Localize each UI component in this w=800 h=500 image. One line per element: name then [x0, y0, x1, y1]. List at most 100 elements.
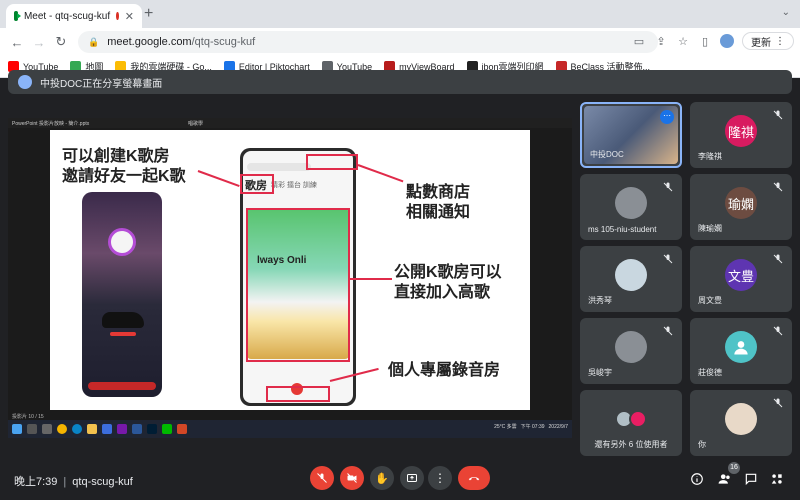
present-screen-icon [407, 474, 417, 482]
tray-date: 2022/9/7 [548, 423, 568, 430]
slide-text-right-4: 直接加入高歌 [394, 284, 491, 301]
participant-count-badge: 16 [728, 462, 740, 474]
participant-tile[interactable]: 洪秀琴 [580, 246, 682, 312]
tab-search-icon[interactable]: ⌄ [782, 7, 790, 18]
phone-tab-others: 精彩 擂台 訓練 [271, 182, 317, 189]
explorer-icon [87, 424, 97, 434]
connector-public [350, 278, 392, 280]
more-vert-icon: ⋮ [434, 471, 446, 485]
leave-call-button[interactable] [458, 466, 490, 490]
presenting-banner: 中投DOC正在分享螢幕畫面 [8, 70, 792, 94]
slide-text-right-5: 個人專屬錄音房 [388, 362, 501, 379]
onenote-icon [117, 424, 127, 434]
participant-tile[interactable]: ⋯ 中投DOC [580, 102, 682, 168]
avatar-initials: 文豊 [725, 259, 757, 291]
profile-photo [615, 259, 647, 291]
participant-name: 陳瑜嫻 [698, 224, 722, 233]
car-image [102, 312, 144, 328]
connector-left [197, 170, 240, 187]
camera-toggle-button[interactable] [340, 466, 364, 490]
mic-muted-icon [772, 108, 784, 120]
present-button[interactable] [400, 466, 424, 490]
raise-hand-button[interactable]: ✋ [370, 466, 394, 490]
participant-tile[interactable]: 吳峻宇 [580, 318, 682, 384]
activities-button[interactable] [768, 470, 786, 488]
participant-name: 李隆祺 [698, 152, 722, 161]
tab-meet[interactable]: Meet - qtq-scug-kuf ✕ [6, 4, 142, 28]
participant-tile[interactable]: 還有另外 6 位使用者 [580, 390, 682, 456]
avatar-initials: 瑜嫻 [725, 187, 757, 219]
powerpoint-title: PowerPoint 投影片放映 - 簡介.pptx [12, 121, 90, 127]
participant-name: 你 [698, 440, 706, 449]
participant-tile[interactable]: ms 105-niu-student [580, 174, 682, 240]
lock-icon[interactable]: 🔒 [88, 37, 99, 48]
participants-button[interactable]: 16 [716, 462, 740, 488]
chrome-icon [57, 424, 67, 434]
default-avatar-icon [725, 331, 757, 363]
forward-button[interactable]: → [28, 35, 50, 50]
meeting-details-button[interactable] [688, 470, 706, 488]
highlight-box-songroom [240, 174, 274, 194]
hand-icon: ✋ [375, 472, 389, 485]
menu-dots-icon: ⋮ [775, 35, 785, 47]
reload-button[interactable]: ↻ [50, 34, 72, 50]
tray-time: 下午 07:39 [520, 424, 545, 430]
participant-name: ms 105-niu-student [588, 225, 657, 234]
chat-icon [745, 473, 757, 486]
camera-permission-icon[interactable]: ▭ [632, 35, 646, 48]
side-panel-icon[interactable]: ▯ [698, 35, 712, 48]
url-path: /qtq-scug-kuf [191, 36, 256, 48]
back-button[interactable]: ← [6, 35, 28, 50]
toolbar: ← → ↻ 🔒 meet.google.com/qtq-scug-kuf ▭ ⇪… [0, 28, 800, 56]
search-icon [27, 424, 37, 434]
mic-muted-icon [662, 252, 674, 264]
meeting-time: 晚上7:39 [14, 476, 58, 488]
participant-tile[interactable]: 莊俊德 [690, 318, 792, 384]
photoshop-icon [147, 424, 157, 434]
group-avatars [611, 403, 651, 435]
profile-photo [615, 187, 647, 219]
participant-name: 中投DOC [590, 150, 624, 159]
participant-tile[interactable]: 文豊 周文豊 [690, 246, 792, 312]
powerpoint-titlebar: PowerPoint 投影片放映 - 簡介.pptx 唱歌學 [8, 118, 572, 128]
participant-name: 還有另外 6 位使用者 [594, 440, 668, 449]
bookmark-star-icon[interactable]: ☆ [676, 35, 690, 48]
participant-name: 莊俊德 [698, 368, 722, 377]
update-button[interactable]: 更新 ⋮ [742, 32, 794, 50]
connector-store [357, 164, 404, 183]
mic-muted-icon [772, 396, 784, 408]
shared-screen[interactable]: PowerPoint 投影片放映 - 簡介.pptx 唱歌學 可以創建K歌房 邀… [8, 118, 572, 438]
bottom-bar-left-phone [88, 382, 156, 390]
share-icon[interactable]: ⇪ [654, 35, 668, 48]
slide-text-left-1: 可以創建K歌房 [62, 148, 170, 165]
meeting-code: qtq-scug-kuf [72, 476, 133, 488]
meet-bottom-bar: 晚上7:39 | qtq-scug-kuf ✋ ⋮ 16 [0, 460, 800, 500]
tab-strip: Meet - qtq-scug-kuf ✕ + ⌄ [0, 0, 800, 28]
participant-tile[interactable]: 瑜嫻 陳瑜嫻 [690, 174, 792, 240]
tile-options-icon[interactable]: ⋯ [660, 110, 674, 124]
avatar-initials: 隆祺 [725, 115, 757, 147]
powerpoint-statusbar: 投影片 10 / 15 [8, 412, 572, 420]
people-icon [718, 474, 730, 484]
mic-muted-icon [772, 252, 784, 264]
phone-left [82, 192, 162, 397]
participant-tile[interactable]: 隆祺 李隆祺 [690, 102, 792, 168]
toolbar-actions: ▭ ⇪ ☆ ▯ 更新 ⋮ [632, 32, 794, 50]
participant-tile[interactable]: 你 [690, 390, 792, 456]
chat-button[interactable] [742, 470, 760, 488]
mic-toggle-button[interactable] [310, 466, 334, 490]
slide-text-right-2: 相關通知 [406, 204, 471, 221]
edge-icon [72, 424, 82, 434]
address-bar[interactable]: 🔒 meet.google.com/qtq-scug-kuf [78, 31, 658, 53]
slide-counter: 投影片 10 / 15 [12, 414, 44, 420]
more-options-button[interactable]: ⋮ [428, 466, 452, 490]
presenter-avatar [18, 75, 32, 89]
slide-text-right-1: 點數商店 [406, 184, 471, 201]
powerpoint-icon [177, 424, 187, 434]
presenting-text: 中投DOC正在分享螢幕畫面 [40, 78, 163, 90]
profile-avatar[interactable] [720, 34, 734, 48]
tab-close-icon[interactable]: ✕ [125, 10, 134, 23]
taskview-icon [42, 424, 52, 434]
new-tab-button[interactable]: + [144, 5, 153, 23]
activities-icon [771, 474, 782, 484]
